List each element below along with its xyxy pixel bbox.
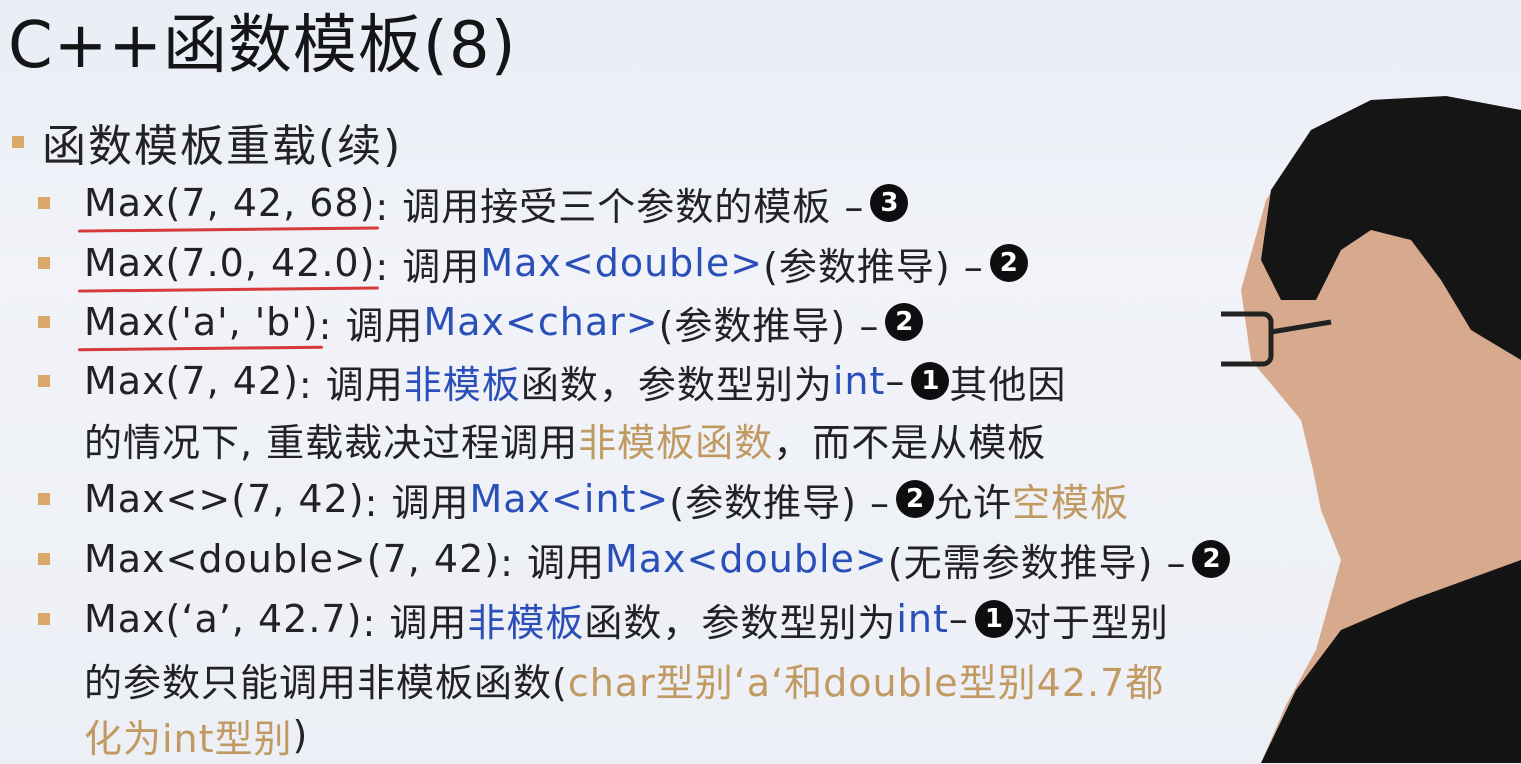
- template-name: Max<double>: [480, 241, 764, 285]
- type-name: int: [832, 359, 886, 403]
- item-text: (参数推导) –: [763, 244, 984, 289]
- number-badge-icon: 3: [870, 184, 909, 222]
- number-badge-icon: 2: [989, 244, 1028, 282]
- bullet-icon: [38, 257, 50, 269]
- code-call: Max<>(7, 42): [84, 477, 365, 521]
- list-item: Max<double>(7, 42) : 调用 Max<double> (无需参…: [38, 530, 1231, 588]
- item-text: –: [948, 597, 969, 641]
- item-text: ，而不是从模板: [773, 420, 1047, 465]
- list-item: Max<>(7, 42) : 调用 Max<int> (参数推导) – 2 允许…: [38, 470, 1129, 528]
- item-text: (参数推导) –: [669, 480, 890, 525]
- bullet-icon: [38, 197, 50, 209]
- item-text: 函数，参数型别为: [584, 600, 897, 645]
- template-name: Max<double>: [604, 537, 888, 581]
- item-text: 函数，参数型别为: [520, 362, 833, 407]
- bullet-icon: [38, 375, 50, 387]
- item-text: : 调用接受三个参数的模板 –: [375, 184, 865, 229]
- item-text: ): [292, 713, 309, 757]
- slide-title: C++函数模板(8): [8, 9, 517, 83]
- template-name: Max<char>: [423, 300, 659, 344]
- code-call: Max<double>(7, 42): [84, 537, 501, 581]
- item-text: 对于型别: [1012, 600, 1169, 645]
- highlight-text: 非模板: [467, 600, 585, 645]
- number-badge-icon: 1: [974, 600, 1013, 638]
- list-item: Max(‘a’, 42.7) : 调用 非模板 函数，参数型别为 int – 1…: [38, 590, 1169, 648]
- list-item: Max('a', 'b') : 调用 Max<char> (参数推导) – 2: [38, 293, 924, 351]
- list-item: Max(7, 42, 68) : 调用接受三个参数的模板 – 3: [38, 174, 909, 232]
- list-item-continuation: 化为int型别 ): [84, 706, 308, 764]
- code-call: Max(‘a’, 42.7): [84, 597, 363, 641]
- list-item-continuation: 的参数只能调用非模板函数( char型别‘a‘和double型别42.7都: [84, 650, 1164, 708]
- highlight-text: char型别‘a‘和double型别42.7都: [567, 660, 1165, 705]
- item-text: : 调用: [362, 600, 468, 645]
- section-heading-text: 函数模板重载(续): [42, 121, 403, 172]
- item-text: : 调用: [500, 540, 605, 585]
- item-text: : 调用: [298, 362, 404, 407]
- bullet-icon: [38, 493, 50, 505]
- item-text: 的情况下, 重载裁决过程调用: [84, 420, 579, 465]
- code-call: Max(7, 42): [84, 359, 299, 403]
- bullet-icon: [38, 553, 50, 565]
- presenter-figure: [1221, 0, 1521, 763]
- template-name: Max<int>: [469, 477, 670, 521]
- highlight-text: 非模板函数: [578, 420, 774, 465]
- item-text: 其他因: [949, 362, 1067, 407]
- item-text: : 调用: [318, 303, 424, 348]
- highlight-text: 非模板: [403, 362, 521, 407]
- code-call: Max('a', 'b'): [84, 300, 319, 344]
- code-call: Max(7.0, 42.0): [84, 241, 376, 285]
- item-text: –: [885, 359, 906, 403]
- item-text: : 调用: [375, 244, 481, 289]
- bullet-icon: [38, 316, 50, 328]
- list-item: Max(7, 42) : 调用 非模板 函数，参数型别为 int – 1 其他因: [38, 352, 1066, 410]
- highlight-text: 空模板: [1012, 480, 1130, 525]
- slide: C++函数模板(8) 函数模板重载(续) Max(7, 42, 68) : 调用…: [0, 0, 1521, 763]
- section-heading: 函数模板重载(续): [12, 112, 402, 172]
- highlight-text: 化为int型别: [84, 716, 293, 761]
- item-text: (参数推导) –: [658, 303, 880, 348]
- bullet-icon: [12, 136, 24, 148]
- number-badge-icon: 2: [896, 480, 934, 518]
- list-item: Max(7.0, 42.0) : 调用 Max<double> (参数推导) –…: [38, 234, 1028, 292]
- code-call: Max(7, 42, 68): [84, 181, 376, 225]
- type-name: int: [896, 597, 949, 641]
- number-badge-icon: 1: [911, 362, 950, 400]
- bullet-icon: [38, 613, 50, 625]
- list-item-continuation: 的情况下, 重载裁决过程调用 非模板函数 ，而不是从模板: [84, 410, 1046, 468]
- number-badge-icon: 2: [885, 303, 924, 341]
- item-text: (无需参数推导) –: [887, 540, 1187, 585]
- item-text: 允许: [934, 480, 1013, 525]
- item-text: 的参数只能调用非模板函数(: [84, 660, 568, 705]
- item-text: : 调用: [364, 480, 470, 525]
